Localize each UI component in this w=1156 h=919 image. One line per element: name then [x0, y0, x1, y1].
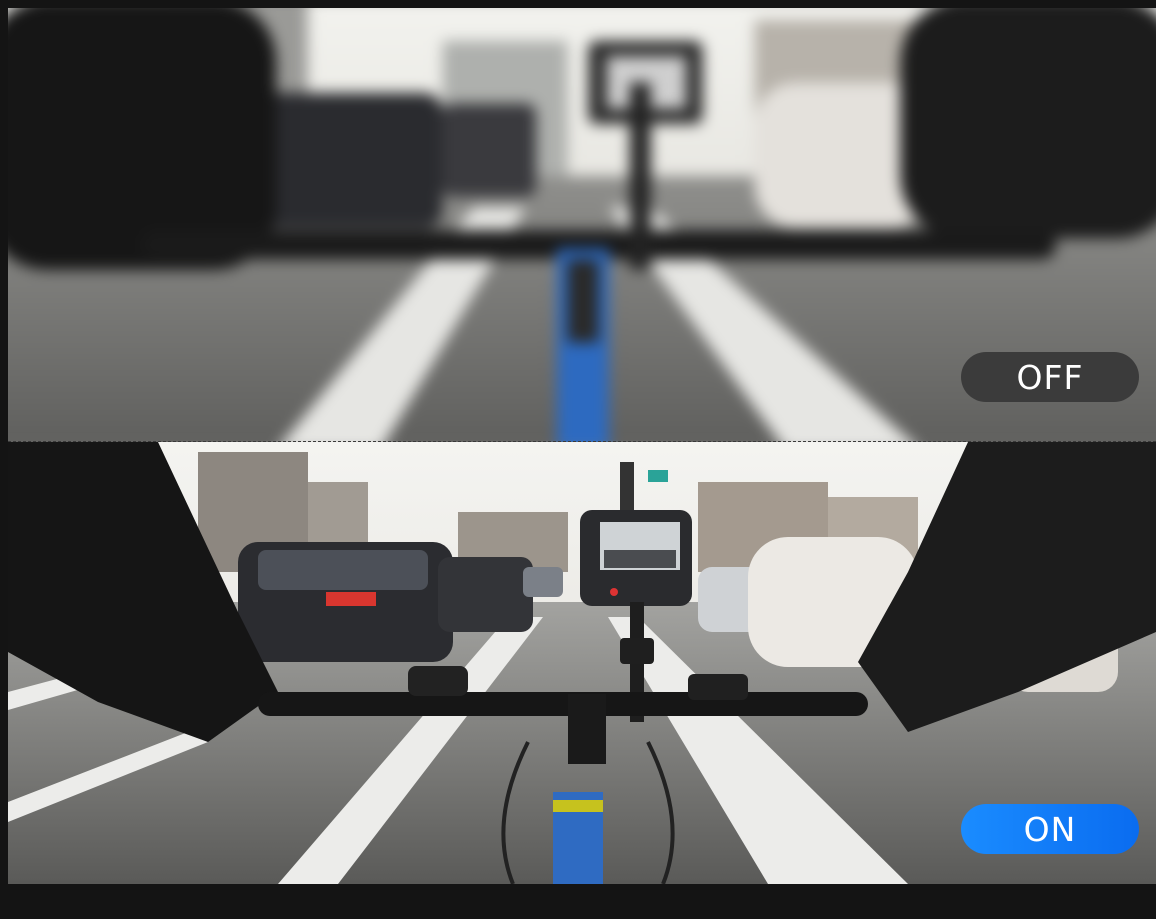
stabilization-on-badge: ON	[961, 804, 1139, 854]
comparison-image: OFF ON	[8, 8, 1156, 884]
split-divider	[8, 441, 1156, 442]
stabilization-off-panel: OFF	[8, 8, 1156, 442]
stabilization-on-panel: ON	[8, 442, 1156, 884]
stabilization-off-badge: OFF	[961, 352, 1139, 402]
